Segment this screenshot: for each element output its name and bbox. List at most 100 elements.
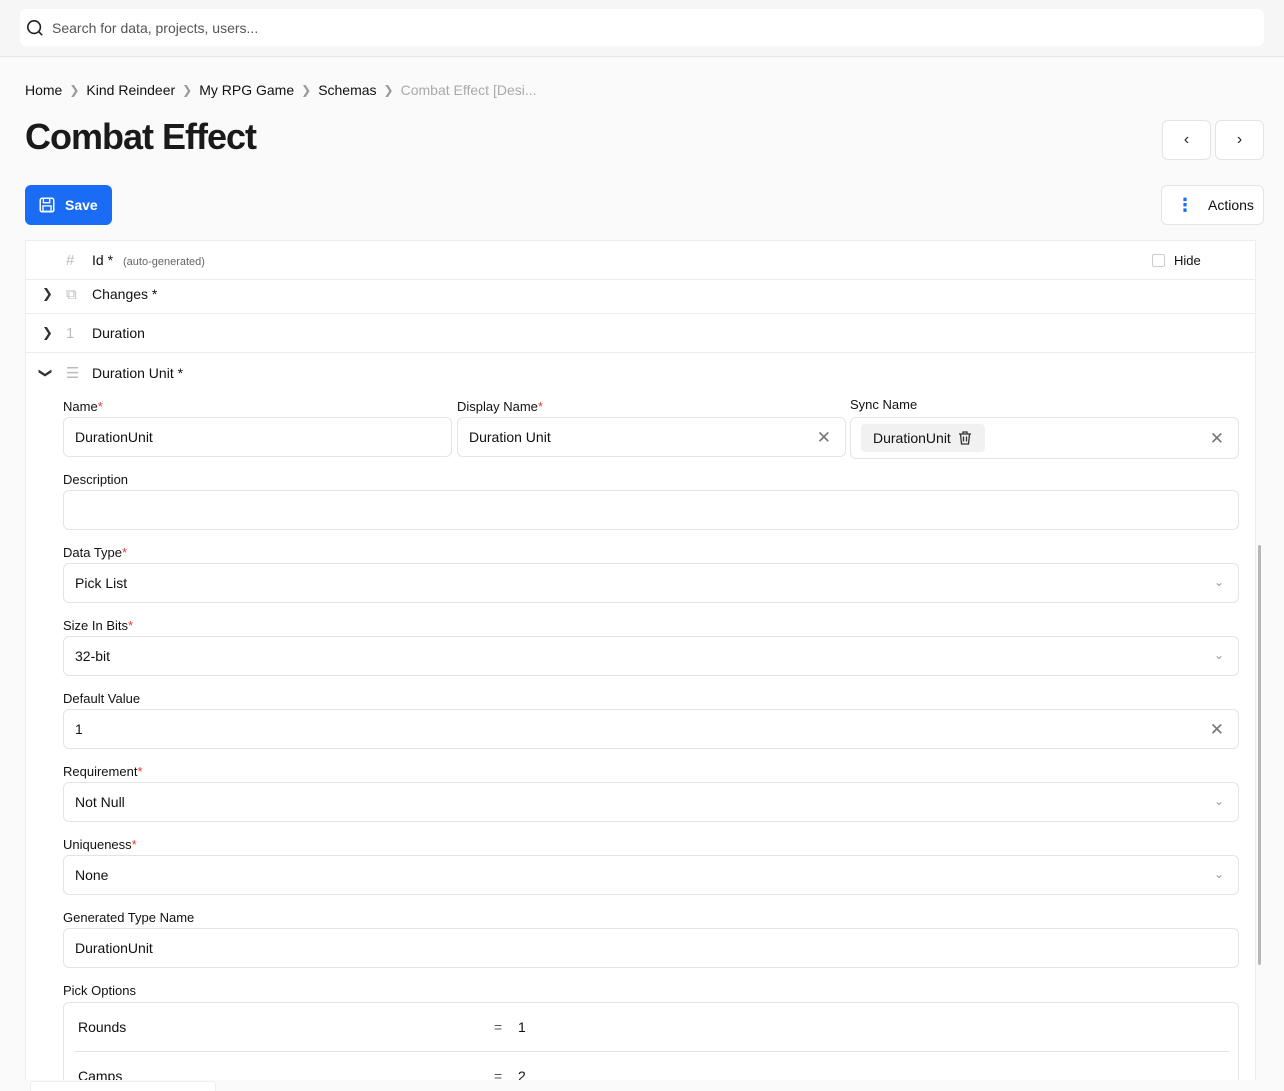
actions-label: Actions [1208,197,1254,213]
generated-type-name-label: Generated Type Name [63,910,195,925]
description-input[interactable] [63,490,1239,530]
size-in-bits-select[interactable]: 32-bit ⌄ [63,636,1239,676]
pick-option-equals: = [494,1019,503,1035]
breadcrumb-project[interactable]: My RPG Game [199,82,294,98]
uniqueness-value: None [75,867,109,883]
name-input[interactable]: DurationUnit [63,417,452,457]
required-marker: * [97,399,103,414]
default-value-input[interactable]: 1 ✕ [63,709,1239,749]
pick-options-label: Pick Options [63,983,136,998]
default-value-label: Default Value [63,691,141,706]
search-icon [26,19,43,36]
required-marker: * [537,399,543,414]
default-value-value: 1 [75,721,83,737]
pick-option-row[interactable]: Camps = 2 [74,1052,1229,1080]
sync-name-label: Sync Name [850,397,918,412]
pick-option-name: Rounds [78,1019,127,1035]
property-row-duration[interactable]: ❯ 1 Duration [26,314,1255,353]
chevron-left-icon: ‹ [1183,131,1190,148]
save-button[interactable]: Save [25,185,112,225]
label-text: Requirement [63,764,138,779]
name-label: Name* [63,399,103,414]
required-marker: * [131,837,137,852]
sync-name-value: DurationUnit [873,430,951,446]
clear-icon[interactable]: ✕ [1210,720,1224,740]
global-search[interactable] [20,9,1264,46]
required-marker: * [128,618,134,633]
save-icon [39,197,55,213]
display-name-input[interactable]: Duration Unit ✕ [457,417,846,457]
requirement-label: Requirement* [63,764,143,779]
more-vertical-icon: ⋮ [1176,195,1194,215]
auto-generated-hint: (auto-generated) [123,256,205,268]
uniqueness-select[interactable]: None ⌄ [63,855,1239,895]
hide-label: Hide [1174,252,1201,268]
breadcrumb-current: Combat Effect [Desi... [400,82,537,98]
requirement-select[interactable]: Not Null ⌄ [63,782,1239,822]
chevron-down-icon[interactable]: ❯ [37,367,53,378]
property-label: Duration [92,325,145,341]
label-text: Name [63,399,98,414]
label-text: Uniqueness [63,837,132,852]
breadcrumb-home[interactable]: Home [25,82,62,98]
property-label: Changes * [92,286,158,302]
previous-button[interactable]: ‹ [1162,120,1211,160]
label-text: Display Name [457,399,538,414]
chevron-right-icon: ❯ [69,83,80,97]
search-input[interactable] [52,19,1152,36]
uniqueness-label: Uniqueness* [63,837,137,852]
clear-icon[interactable]: ✕ [817,428,831,448]
bottom-panel-edge [30,1081,216,1091]
property-row-changes[interactable]: ❯ ⧉ Changes * [26,275,1255,314]
breadcrumb-schemas[interactable]: Schemas [318,82,376,98]
breadcrumb: Home ❯ Kind Reindeer ❯ My RPG Game ❯ Sch… [25,81,537,99]
label-text: Size In Bits [63,618,129,633]
pick-option-row[interactable]: Rounds = 1 [74,1003,1229,1052]
page-title: Combat Effect [25,116,257,157]
property-label: Duration Unit * [92,364,184,381]
generated-type-name-input[interactable]: DurationUnit [63,928,1239,968]
breadcrumb-organization[interactable]: Kind Reindeer [86,82,175,98]
trash-icon[interactable] [957,430,973,446]
list-icon: ☰ [66,364,80,382]
requirement-value: Not Null [75,794,125,810]
required-marker: * [122,545,128,560]
pick-option-equals: = [494,1068,503,1080]
chevron-right-icon: › [1236,131,1243,148]
chevron-right-icon[interactable]: ❯ [42,286,53,302]
sync-name-chip: DurationUnit [861,424,985,452]
sync-name-input[interactable]: DurationUnit ✕ [850,417,1239,459]
hide-checkbox[interactable] [1152,253,1165,267]
required-marker: * [137,764,143,779]
schema-properties-panel: # Id * (auto-generated) Hide ❯ ⧉ Changes … [25,240,1256,1080]
chevron-down-icon: ⌄ [1213,575,1224,589]
chevron-down-icon: ⌄ [1213,794,1224,808]
next-button[interactable]: › [1215,120,1264,160]
display-name-label: Display Name* [457,399,543,414]
top-bar [0,0,1284,57]
data-type-select[interactable]: Pick List ⌄ [63,563,1239,603]
actions-button[interactable]: ⋮ Actions [1161,185,1264,225]
pick-option-value: 2 [518,1068,526,1080]
display-name-value: Duration Unit [469,429,551,445]
chevron-right-icon[interactable]: ❯ [42,325,53,341]
data-type-value: Pick List [75,575,128,591]
generated-type-name-value: DurationUnit [75,940,153,956]
pick-option-value: 1 [518,1019,526,1035]
number-icon: 1 [66,324,75,342]
size-in-bits-label: Size In Bits* [63,618,133,633]
clear-icon[interactable]: ✕ [1210,429,1224,449]
chevron-down-icon: ⌄ [1213,867,1224,881]
property-label: Id * [92,252,114,268]
chevron-right-icon: ❯ [301,83,312,97]
hash-icon: # [66,251,75,269]
data-type-label: Data Type* [63,545,127,560]
copy-icon: ⧉ [66,285,77,303]
pick-option-name: Camps [78,1068,123,1080]
chevron-right-icon: ❯ [383,83,394,97]
pick-options-list: Rounds = 1 Camps = 2 [63,1002,1239,1080]
scrollbar[interactable] [1258,545,1261,965]
property-row-duration-unit[interactable]: ❯ ☰ Duration Unit * [26,353,1255,392]
chevron-right-icon: ❯ [182,83,193,97]
property-id-label: Id * (auto-generated) [92,252,205,268]
